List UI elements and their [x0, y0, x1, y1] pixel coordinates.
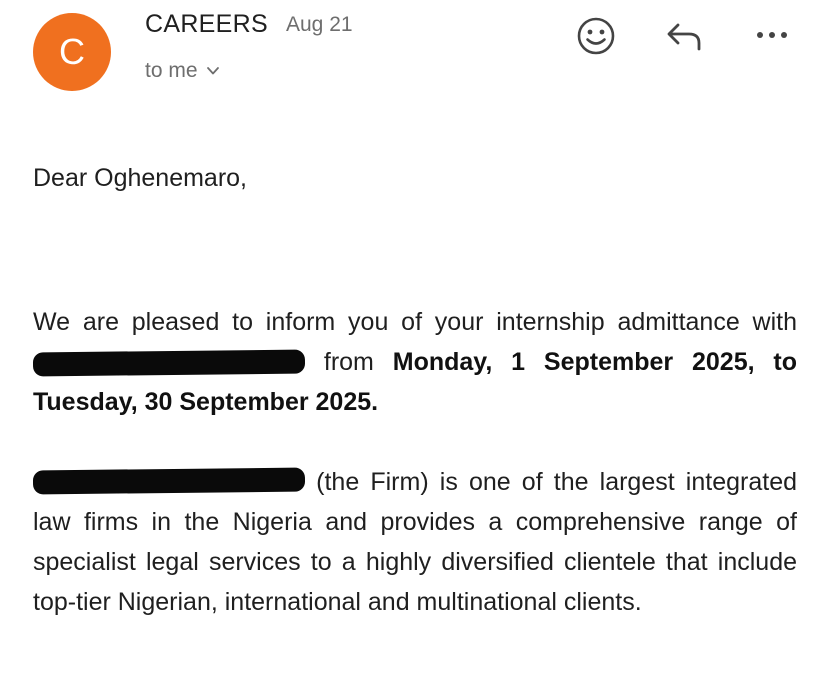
more-icon: [757, 32, 787, 38]
reply-button[interactable]: [662, 16, 706, 56]
redaction-mark: [32, 349, 306, 377]
redaction-mark: [32, 467, 306, 495]
emoji-icon: [577, 17, 615, 55]
add-reaction-button[interactable]: [574, 14, 618, 58]
chevron-down-icon: [206, 67, 219, 75]
avatar[interactable]: C: [33, 13, 111, 91]
recipient-label: to me: [145, 59, 198, 82]
email-date: Aug 21: [286, 13, 353, 36]
message-paragraph-2: (the Firm) is one of the largest integra…: [32, 462, 797, 622]
sender-name[interactable]: CAREERS: [145, 10, 268, 39]
email-header: C CAREERS Aug 21 to me: [0, 0, 827, 110]
greeting: Dear Oghenemaro,: [33, 164, 248, 192]
avatar-letter: C: [59, 31, 85, 72]
para1-text-mid: from: [323, 348, 374, 376]
reply-icon: [667, 23, 701, 51]
more-options-button[interactable]: [752, 20, 792, 50]
para1-text-start: We are pleased to inform you of your int…: [33, 308, 797, 336]
recipient-details-toggle[interactable]: to me: [145, 59, 220, 83]
message-paragraph-1: We are pleased to inform you of your int…: [32, 302, 797, 422]
